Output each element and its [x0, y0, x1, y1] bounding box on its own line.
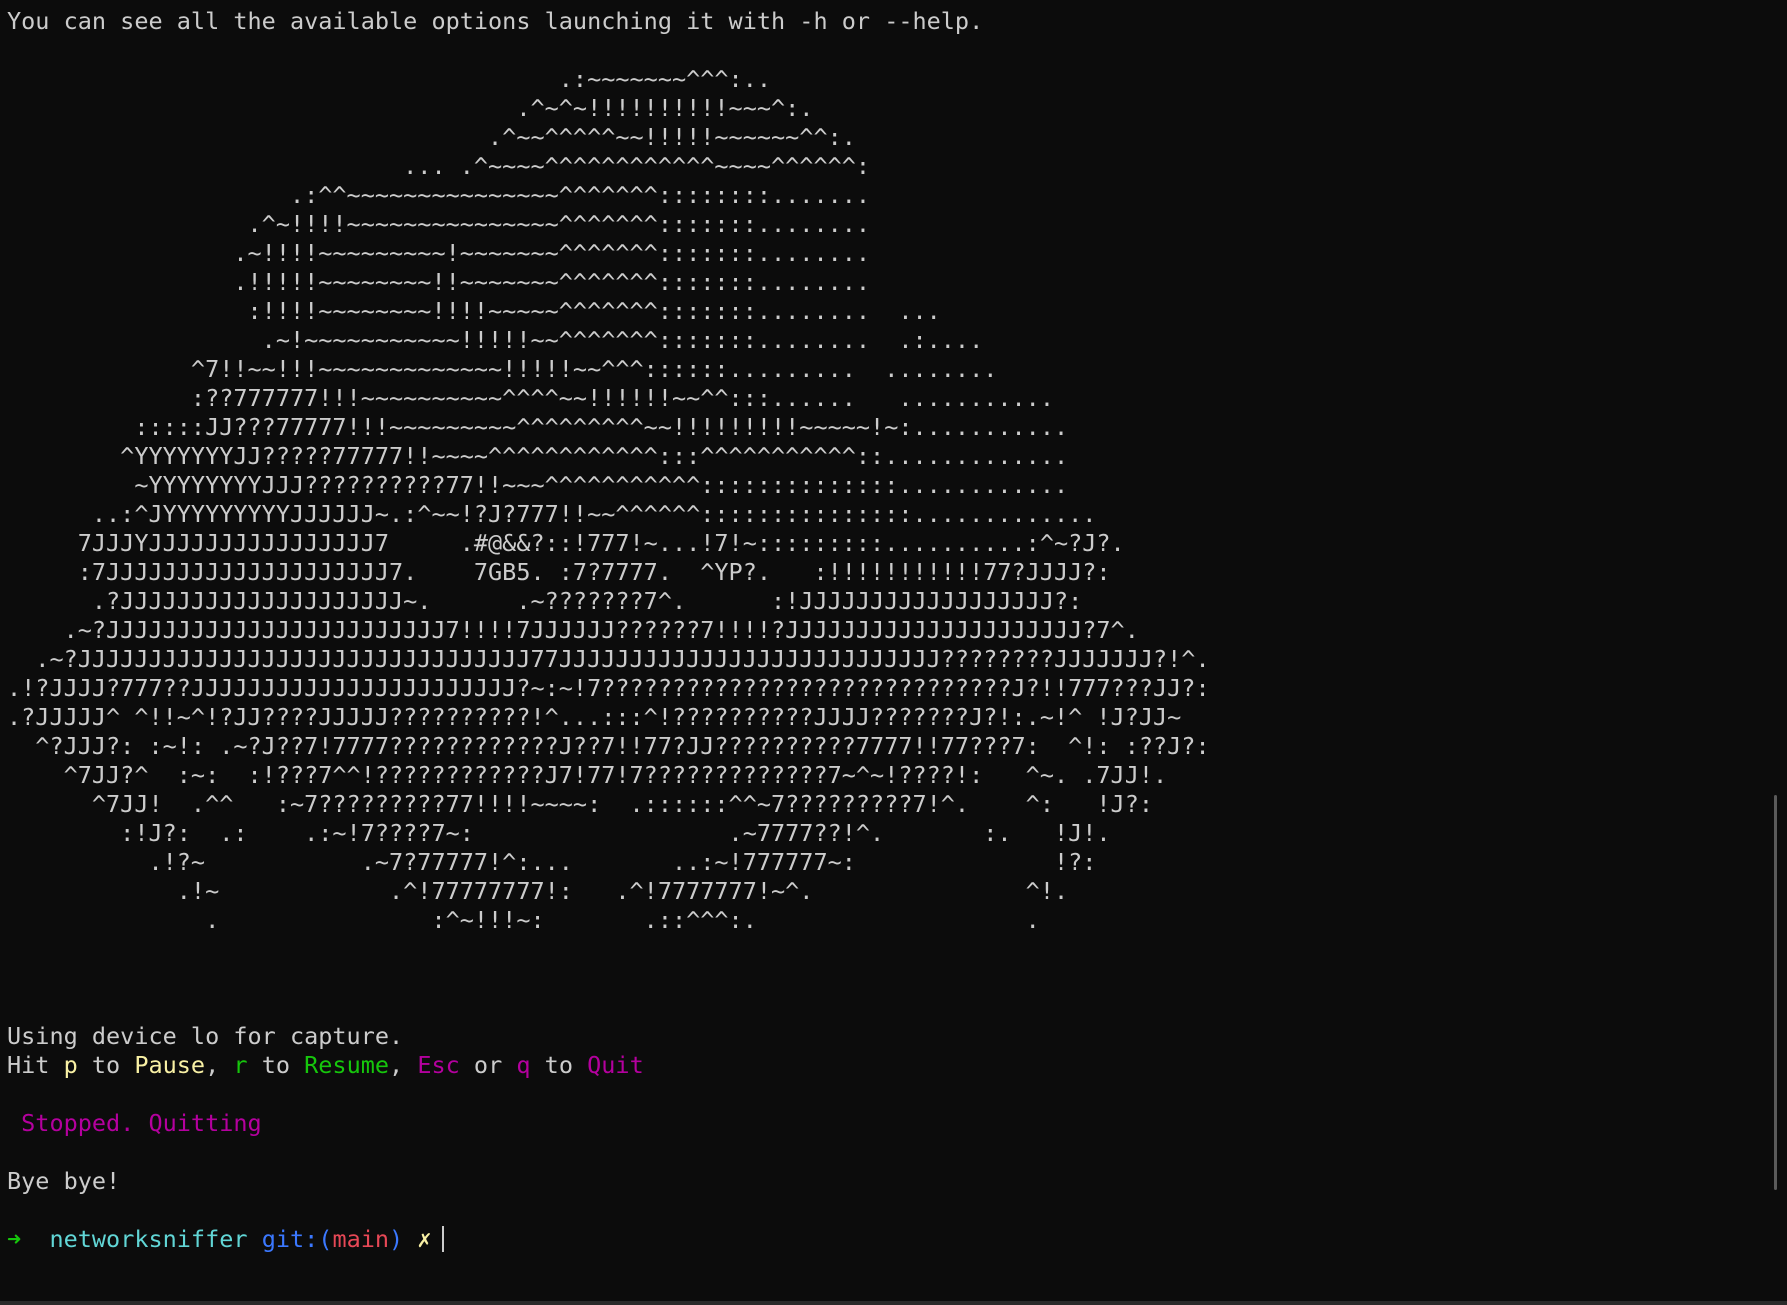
git-branch: main — [332, 1225, 390, 1253]
bye-line: Bye bye! — [7, 1167, 121, 1195]
resume-label: Resume — [304, 1051, 390, 1079]
dirty-mark-icon: ✗ — [417, 1225, 432, 1253]
controls-comma: , — [389, 1051, 418, 1079]
terminal-window[interactable]: You can see all the available options la… — [0, 0, 1787, 1305]
git-label-close: ) — [389, 1225, 404, 1253]
resume-key: r — [233, 1051, 248, 1079]
esc-key: Esc — [417, 1051, 460, 1079]
stopped-line: Stopped. Quitting — [7, 1109, 262, 1137]
prompt-directory: networksniffer — [49, 1225, 248, 1253]
controls-to-text: to — [247, 1051, 305, 1079]
pause-label: Pause — [134, 1051, 206, 1079]
controls-hit-text: Hit — [7, 1051, 64, 1079]
window-bottom-border — [0, 1301, 1787, 1305]
controls-to-text: to — [530, 1051, 588, 1079]
help-line: You can see all the available options la… — [7, 7, 984, 35]
shell-prompt[interactable]: ➜ networksniffer git:(main) ✗ — [7, 1225, 1787, 1254]
ascii-art: .:~~~~~~~^^^:.. .^~^~!!!!!!!!!!~~~^:. .^… — [7, 65, 1210, 934]
scrollbar-thumb[interactable] — [1774, 795, 1777, 1190]
controls-comma: , — [205, 1051, 234, 1079]
prompt-arrow-icon: ➜ — [7, 1225, 22, 1253]
git-label: git:( — [261, 1225, 333, 1253]
capture-line: Using device lo for capture. — [7, 1022, 404, 1050]
controls-line: Hit p to Pause, r to Resume, Esc or q to… — [7, 1051, 1787, 1080]
controls-to-text: to — [77, 1051, 135, 1079]
text-cursor[interactable] — [441, 1226, 444, 1252]
quit-label: Quit — [587, 1051, 644, 1079]
pause-key: p — [63, 1051, 78, 1079]
controls-or-text: or — [459, 1051, 517, 1079]
quit-key: q — [516, 1051, 531, 1079]
